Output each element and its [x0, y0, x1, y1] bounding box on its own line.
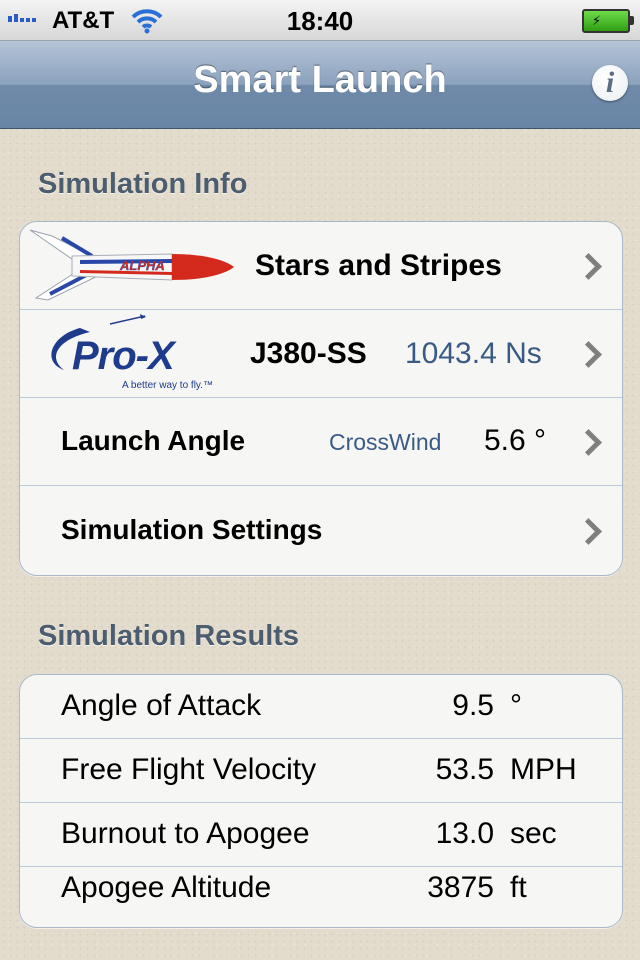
result-unit: sec	[510, 817, 557, 850]
info-button[interactable]: i	[592, 65, 628, 101]
battery-icon: ⚡	[582, 9, 634, 33]
info-icon: i	[605, 66, 615, 99]
launch-angle-label: Launch Angle	[61, 425, 246, 456]
result-value: 53.5	[435, 753, 494, 786]
simulation-settings-row[interactable]: Simulation Settings	[20, 486, 622, 575]
chevron-right-icon	[575, 252, 602, 280]
rocket-row[interactable]: ALPHA Stars and Stripes	[20, 222, 622, 310]
result-row: Burnout to Apogee 13.0 sec	[20, 803, 622, 867]
rocket-brand-text: ALPHA	[119, 258, 165, 273]
result-label: Angle of Attack	[61, 689, 262, 722]
simulation-info-header: Simulation Info	[38, 168, 248, 200]
simulation-info-group: ALPHA Stars and Stripes Pro-X A better w…	[19, 221, 623, 576]
result-row: Angle of Attack 9.5 °	[20, 675, 622, 739]
motor-name: J380-SS	[250, 337, 367, 370]
result-unit: °	[510, 689, 522, 722]
launch-angle-value: 5.6 °	[484, 424, 547, 457]
result-value: 3875	[427, 871, 494, 904]
rocket-name: Stars and Stripes	[255, 249, 502, 282]
result-row: Free Flight Velocity 53.5 MPH	[20, 739, 622, 803]
launch-angle-row[interactable]: Launch Angle CrossWind 5.6 °	[20, 398, 622, 486]
motor-impulse: 1043.4 Ns	[405, 337, 542, 370]
clock: 18:40	[286, 6, 354, 36]
navigation-bar: Smart Launch i	[0, 41, 640, 129]
result-value: 13.0	[435, 817, 494, 850]
result-label: Free Flight Velocity	[61, 753, 317, 786]
chevron-right-icon	[575, 517, 602, 545]
crosswind-label: CrossWind	[329, 429, 442, 455]
status-bar: AT&T 18:40 ⚡	[0, 0, 640, 41]
page-title: Smart Launch	[193, 59, 447, 101]
simulation-settings-label: Simulation Settings	[61, 514, 323, 545]
simulation-results-header: Simulation Results	[38, 620, 300, 652]
result-label: Apogee Altitude	[61, 871, 272, 904]
motor-row[interactable]: Pro-X A better way to fly.™ J380-SS 1043…	[20, 310, 622, 398]
chevron-right-icon	[575, 340, 602, 368]
rocket-image: ALPHA	[29, 229, 234, 301]
result-label: Burnout to Apogee	[61, 817, 310, 850]
result-unit: ft	[510, 871, 527, 904]
result-value: 9.5	[452, 689, 494, 722]
simulation-results-group: Angle of Attack 9.5 ° Free Flight Veloci…	[19, 674, 623, 928]
chevron-right-icon	[575, 428, 602, 456]
result-row: Apogee Altitude 3875 ft	[20, 867, 622, 927]
pro-x-tagline: A better way to fly.™	[122, 380, 213, 391]
result-unit: MPH	[510, 753, 577, 786]
pro-x-logo: Pro-X A better way to fly.™	[40, 314, 220, 394]
pro-x-logo-text: Pro-X	[72, 334, 175, 378]
